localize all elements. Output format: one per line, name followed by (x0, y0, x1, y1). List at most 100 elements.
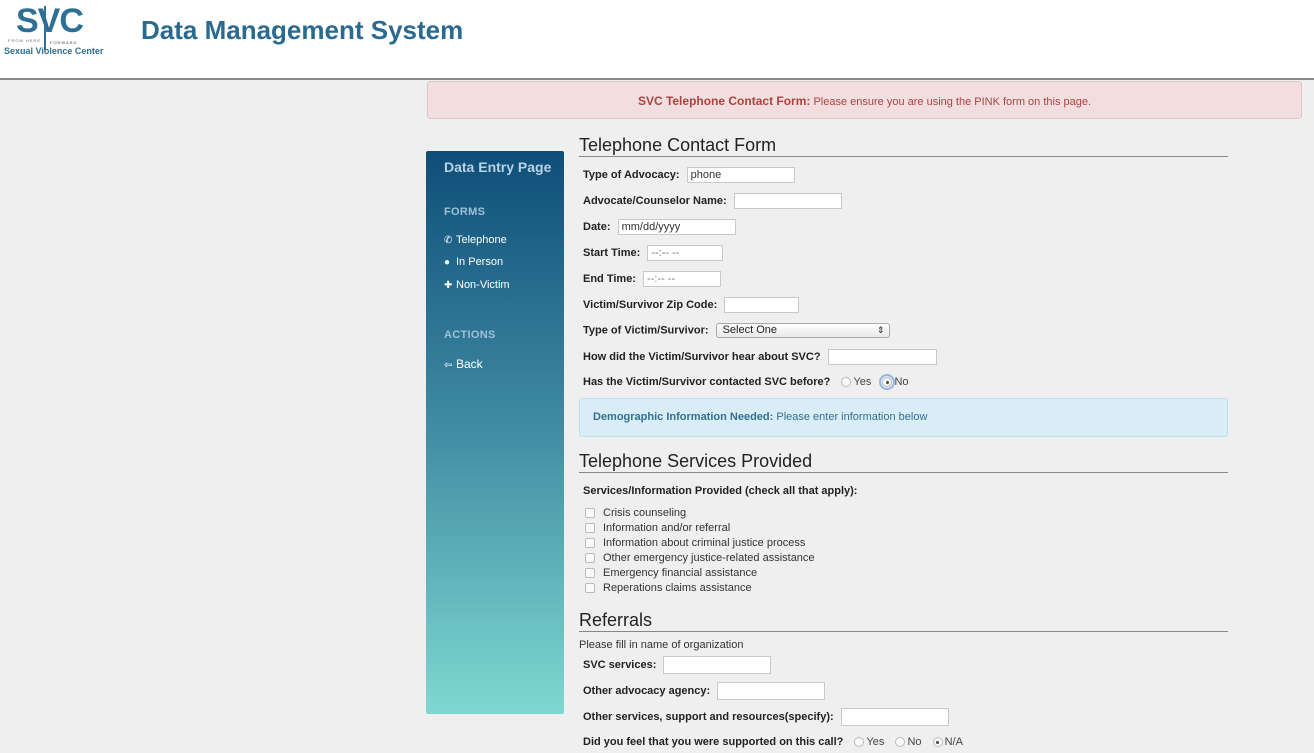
service-checkbox[interactable] (585, 568, 595, 579)
sidebar-title: Data Entry Page (444, 159, 552, 175)
logo-tagline-right: FORWARD (50, 40, 78, 45)
sidebar-heading-forms: FORMS (444, 206, 486, 218)
service-checkbox[interactable] (585, 523, 595, 534)
service-checkbox[interactable] (585, 538, 595, 549)
row-other-agency: Other advocacy agency: (583, 682, 826, 700)
row-contacted-before: Has the Victim/Survivor contacted SVC be… (583, 374, 909, 391)
demographic-strong: Demographic Information Needed: (593, 411, 774, 423)
plus-icon: ✚ (444, 280, 453, 291)
service-checkbox-row[interactable]: Information and/or referral (585, 522, 730, 534)
row-type-victim: Type of Victim/Survivor: Select One ⇕ (583, 323, 890, 338)
sidebar-item-in-person[interactable]: ● In Person (444, 256, 503, 268)
row-hear-about: How did the Victim/Survivor hear about S… (583, 349, 937, 365)
demographic-info-alert: Demographic Information Needed: Please e… (579, 398, 1228, 437)
row-date: Date: mm/dd/yyyy (583, 219, 736, 235)
contacted-yes-label: Yes (853, 376, 872, 389)
type-victim-label: Type of Victim/Survivor: (583, 324, 709, 337)
service-label: Reperations claims assistance (603, 582, 752, 594)
type-victim-value: Select One (722, 324, 777, 336)
service-checkbox-row[interactable]: Crisis counseling (585, 507, 686, 519)
sidebar-item-label: Back (456, 357, 483, 371)
row-zip-code: Victim/Survivor Zip Code: (583, 297, 800, 313)
sidebar-item-label: Non-Victim (456, 279, 510, 291)
logo-organization-name: Sexual Violence Center (4, 46, 104, 56)
service-label: Information about criminal justice proce… (603, 537, 806, 549)
sidebar-item-non-victim[interactable]: ✚ Non-Victim (444, 279, 510, 291)
section-title-services: Telephone Services Provided (579, 451, 1228, 473)
logo-letters: SVC (16, 2, 84, 40)
date-input[interactable]: mm/dd/yyyy (617, 219, 736, 235)
demographic-text: Please enter information below (773, 411, 928, 423)
service-checkbox[interactable] (585, 583, 595, 594)
row-start-time: Start Time: --:-- -- (583, 245, 724, 261)
end-time-input[interactable]: --:-- -- (643, 271, 722, 287)
row-other-services: Other services, support and resources(sp… (583, 708, 949, 726)
contacted-no-label: No (894, 376, 909, 389)
service-checkbox[interactable] (585, 508, 595, 519)
sidebar-item-label: In Person (456, 256, 504, 268)
service-checkbox-row[interactable]: Information about criminal justice proce… (585, 537, 805, 549)
other-services-label: Other services, support and resources(sp… (583, 710, 834, 723)
user-icon: ● (444, 257, 451, 268)
service-label: Emergency financial assistance (603, 567, 758, 579)
advocate-name-label: Advocate/Counselor Name: (583, 194, 727, 207)
service-checkbox-row[interactable]: Reperations claims assistance (585, 582, 752, 594)
other-agency-input[interactable] (717, 682, 826, 700)
referrals-note: Please fill in name of organization (579, 639, 744, 651)
contacted-before-label: Has the Victim/Survivor contacted SVC be… (583, 376, 831, 388)
svc-logo[interactable]: SVC FROM HERE FORWARD Sexual Violence Ce… (4, 4, 122, 58)
start-time-label: Start Time: (583, 246, 641, 259)
supported-na-label: N/A (944, 736, 963, 749)
section-title-contact-form: Telephone Contact Form (579, 135, 1228, 157)
type-advocacy-input[interactable]: phone (686, 167, 795, 183)
end-time-label: End Time: (583, 272, 636, 285)
row-svc-services: SVC services: (583, 656, 772, 674)
app-header: SVC FROM HERE FORWARD Sexual Violence Ce… (0, 0, 1314, 80)
supported-label: Did you feel that you were supported on … (583, 736, 844, 748)
date-label: Date: (583, 220, 611, 233)
app-title: Data Management System (141, 15, 464, 45)
sidebar-item-label: Telephone (456, 234, 507, 246)
type-advocacy-label: Type of Advocacy: (583, 168, 680, 181)
section-title-referrals: Referrals (579, 610, 1228, 632)
logo-divider (44, 6, 46, 50)
service-checkbox-row[interactable]: Emergency financial assistance (585, 567, 757, 579)
service-checkbox-row[interactable]: Other emergency justice-related assistan… (585, 552, 815, 564)
other-services-input[interactable] (840, 708, 949, 726)
alert-strong: SVC Telephone Contact Form: (637, 94, 811, 108)
logo-tagline-left: FROM HERE (8, 38, 41, 43)
sidebar: Data Entry Page FORMS ✆ Telephone ● In Per… (426, 151, 564, 714)
row-type-advocacy: Type of Advocacy: phone (583, 167, 795, 183)
select-arrows-icon: ⇕ (877, 325, 885, 335)
sidebar-item-back[interactable]: ⇦ Back (444, 357, 483, 371)
phone-icon: ✆ (444, 235, 453, 246)
services-subhead: Services/Information Provided (check all… (583, 485, 858, 497)
alert-text: Please ensure you are using the PINK for… (810, 96, 1092, 108)
supported-yes-radio[interactable] (854, 737, 865, 748)
type-victim-select[interactable]: Select One ⇕ (715, 323, 890, 338)
service-label: Information and/or referral (603, 522, 731, 534)
other-agency-label: Other advocacy agency: (583, 684, 711, 697)
supported-no-radio[interactable] (895, 737, 906, 748)
supported-na-radio[interactable] (932, 737, 943, 748)
row-end-time: End Time: --:-- -- (583, 271, 722, 287)
supported-yes-label: Yes (866, 736, 885, 749)
hear-about-input[interactable] (827, 349, 937, 365)
arrow-left-icon: ⇦ (444, 360, 453, 371)
advocate-name-input[interactable] (733, 193, 842, 209)
row-advocate-name: Advocate/Counselor Name: (583, 193, 842, 209)
row-supported: Did you feel that you were supported on … (583, 736, 963, 748)
svc-services-label: SVC services: (583, 658, 657, 671)
hear-about-label: How did the Victim/Survivor hear about S… (583, 350, 821, 363)
svc-services-input[interactable] (663, 656, 772, 674)
form-color-alert: SVC Telephone Contact Form: Please ensur… (427, 81, 1302, 119)
service-checkbox[interactable] (585, 553, 595, 564)
zip-code-input[interactable] (724, 297, 800, 313)
contacted-no-radio[interactable] (879, 374, 896, 391)
start-time-input[interactable]: --:-- -- (647, 245, 724, 261)
service-label: Other emergency justice-related assistan… (603, 552, 815, 564)
supported-no-label: No (907, 736, 922, 749)
sidebar-item-telephone[interactable]: ✆ Telephone (444, 234, 507, 246)
contacted-yes-radio[interactable] (841, 377, 852, 388)
service-label: Crisis counseling (603, 507, 687, 519)
